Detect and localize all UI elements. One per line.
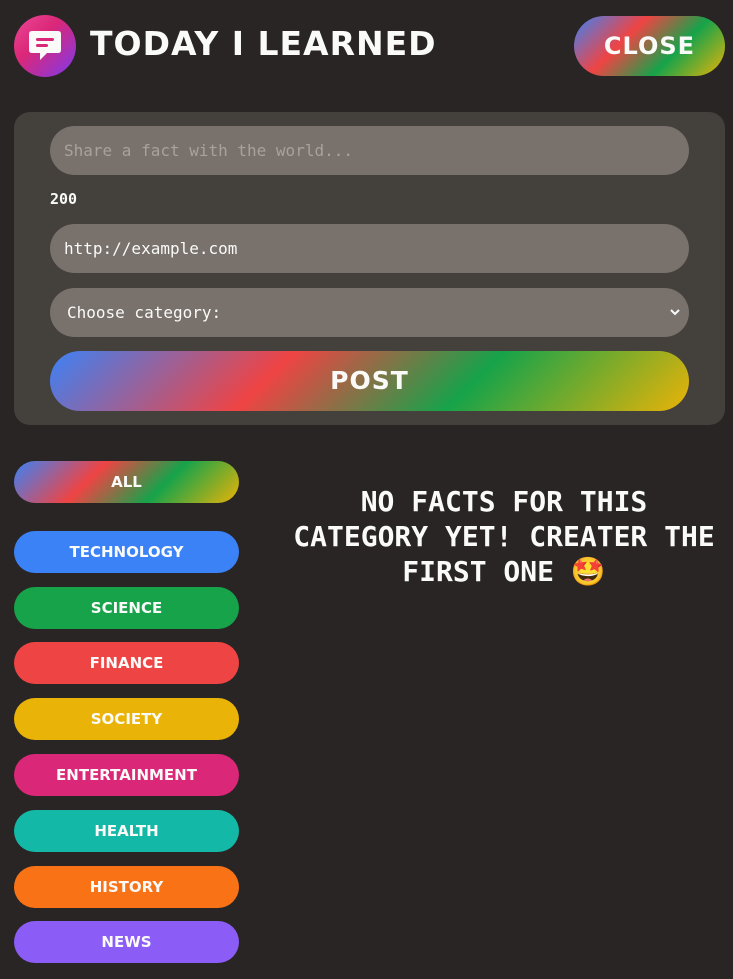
source-input[interactable]: http://example.com	[50, 224, 689, 273]
logo	[14, 15, 76, 77]
empty-state-message: No facts for this category yet! Creater …	[293, 485, 715, 588]
chat-bubble-icon	[29, 31, 61, 60]
chevron-down-icon	[670, 309, 680, 316]
category-entertainment-button[interactable]: Entertainment	[14, 754, 239, 796]
category-health-button[interactable]: Health	[14, 810, 239, 852]
post-button[interactable]: Post	[50, 351, 689, 411]
close-button[interactable]: Close	[574, 16, 725, 76]
category-all-button[interactable]: All	[14, 461, 239, 503]
category-history-button[interactable]: History	[14, 866, 239, 908]
category-select-value: Choose category:	[67, 303, 222, 322]
category-science-button[interactable]: Science	[14, 587, 239, 629]
header: Today I Learned Close	[14, 14, 725, 77]
category-select[interactable]: Choose category:	[50, 288, 689, 337]
fact-form: Share a fact with the world... 200 http:…	[14, 112, 725, 425]
fact-input[interactable]: Share a fact with the world...	[50, 126, 689, 175]
category-news-button[interactable]: News	[14, 921, 239, 963]
category-finance-button[interactable]: Finance	[14, 642, 239, 684]
app-title: Today I Learned	[90, 24, 437, 63]
category-society-button[interactable]: Society	[14, 698, 239, 740]
category-technology-button[interactable]: Technology	[14, 531, 239, 573]
char-counter: 200	[50, 190, 78, 208]
